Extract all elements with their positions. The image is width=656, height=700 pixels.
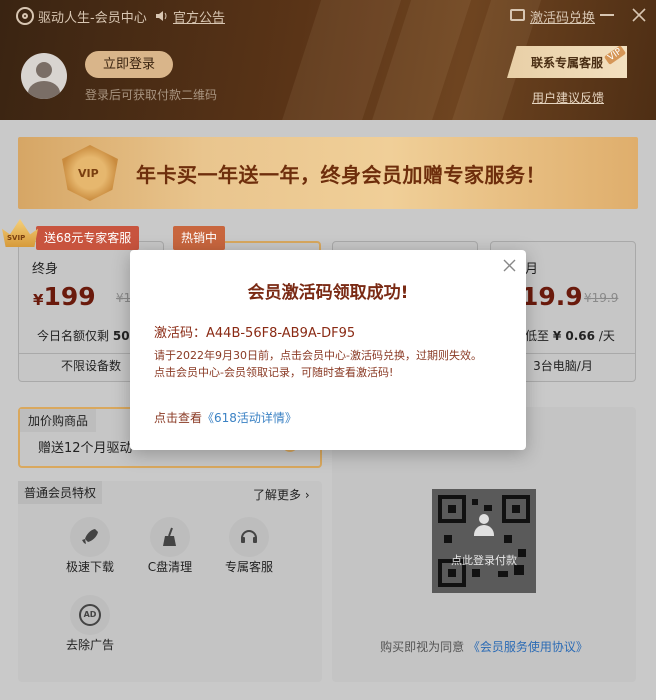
broom-icon (150, 517, 190, 557)
feedback-link[interactable]: 用户建议反馈 (532, 89, 604, 106)
ticket-icon (510, 9, 525, 21)
plan-monthly-daily-value: ¥ 0.66 (552, 329, 595, 343)
addon-text: 赠送12个月驱动 (38, 441, 133, 456)
dialog-close-icon[interactable] (503, 259, 516, 272)
lifetime-promo-tag: 送68元专家客服 (36, 226, 140, 250)
speaker-icon (155, 9, 169, 23)
banner-text: 年卡买一年送一年，终身会员加赠专家服务！ (136, 163, 546, 187)
dialog-line-2: 点击会员中心-会员领取记录，可随时查看激活码! (154, 366, 394, 379)
plan-monthly-orig-price: ¥19.9 (584, 291, 619, 305)
qr-code[interactable] (432, 489, 536, 593)
plan-lifetime-name: 终身 (32, 262, 59, 277)
hot-sale-tag: 热销中 (173, 226, 226, 250)
event-details-link[interactable]: 《618活动详情》 (202, 411, 297, 425)
headset-icon (229, 517, 269, 557)
service-button-label: 联系专属客服 (531, 56, 604, 70)
privilege-label-fast-download: 极速下载 (65, 560, 114, 574)
agreement-link[interactable]: 《会员服务使用协议》 (468, 640, 588, 654)
plan-lifetime-currency: ¥ (33, 291, 44, 309)
svip-crown-label: SVIP (7, 234, 26, 242)
login-button[interactable]: 立即登录 (85, 51, 173, 78)
minimize-icon[interactable] (600, 14, 614, 16)
addon-title: 加价购商品 (20, 409, 97, 432)
dialog-title: 会员激活码领取成功! (247, 283, 409, 303)
dialog-link-prefix: 点击查看 (154, 411, 203, 425)
privilege-label-remove-ads: 去除广告 (65, 638, 114, 652)
avatar[interactable] (21, 53, 67, 99)
close-icon[interactable] (632, 8, 646, 22)
privileges-panel: 普通会员特权 了解更多 › 极速下载 C盘清理 专属客服 AD 去除广告 (18, 481, 322, 682)
app-title: 驱动人生-会员中心 (38, 11, 147, 26)
no-ads-icon-label: AD (79, 604, 101, 626)
vip-shield-label: VIP (78, 167, 99, 180)
activation-code-label: 激活码： (154, 326, 207, 341)
activation-code-value: A44B-56F8-AB9A-DF95 (206, 326, 356, 341)
privilege-label-c-drive-cleanup: C盘清理 (147, 560, 193, 574)
plan-lifetime-quota-value: 50 (112, 329, 130, 343)
vip-shield-icon: VIP (62, 145, 118, 201)
qr-user-icon (473, 514, 495, 536)
promo-banner[interactable]: VIP 年卡买一年送一年，终身会员加赠专家服务！ (18, 137, 638, 209)
privileges-more-link[interactable]: 了解更多 › (253, 486, 310, 503)
privileges-more-label: 了解更多 (253, 488, 302, 502)
login-hint: 登录后可获取付款二维码 (85, 88, 218, 102)
plan-monthly-price: 19.9 (521, 282, 583, 311)
announcement-link[interactable]: 官方公告 (173, 7, 225, 26)
agreement-prefix: 购买即视为同意 (380, 640, 465, 654)
plan-lifetime-orig-price: ¥1 (116, 291, 132, 305)
privilege-label-dedicated-service: 专属客服 (224, 560, 273, 574)
dialog-line-1: 请于2022年9月30日前，点击会员中心-激活码兑换，过期则失效。 (154, 349, 482, 362)
app-logo-icon (16, 7, 34, 25)
plan-lifetime-quota-label: 今日名额仅剩 (37, 329, 110, 343)
rocket-icon (70, 517, 110, 557)
plan-lifetime-price: 199 (43, 282, 96, 311)
activation-success-dialog: 会员激活码领取成功! 激活码：A44B-56F8-AB9A-DF95 请于202… (130, 250, 526, 450)
plan-monthly-daily-unit: /天 (598, 329, 615, 343)
plan-monthly-name: 月 (525, 262, 539, 277)
no-ads-icon: AD (70, 595, 110, 635)
qr-overlay-text[interactable]: 点此登录付款 (432, 552, 536, 568)
privileges-title: 普通会员特权 (18, 481, 103, 504)
plan-monthly-daily-label: 低至 (525, 329, 550, 343)
activation-redeem-link[interactable]: 激活码兑换 (530, 7, 595, 26)
